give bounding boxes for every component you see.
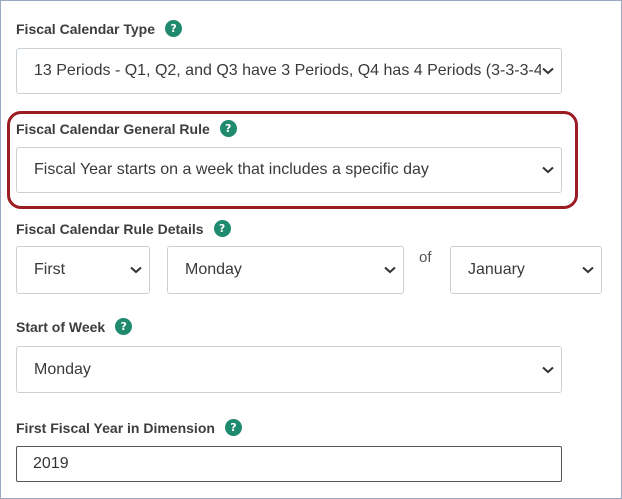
fiscal-calendar-type-value: 13 Periods - Q1, Q2, and Q3 have 3 Perio…: [34, 62, 541, 79]
help-icon[interactable]: ?: [224, 419, 242, 436]
fiscal-calendar-general-rule-value: Fiscal Year starts on a week that includ…: [34, 161, 429, 178]
chevron-down-icon: [129, 263, 143, 277]
fiscal-calendar-rule-details-label: Fiscal Calendar Rule Details ?: [16, 220, 231, 237]
first-fiscal-year-label: First Fiscal Year in Dimension ?: [16, 419, 242, 436]
help-icon[interactable]: ?: [219, 120, 237, 137]
first-fiscal-year-input[interactable]: 2019: [16, 446, 562, 482]
fiscal-calendar-type-select[interactable]: 13 Periods - Q1, Q2, and Q3 have 3 Perio…: [16, 48, 562, 94]
help-icon[interactable]: ?: [213, 220, 231, 237]
chevron-down-icon: [581, 263, 595, 277]
fiscal-calendar-type-label: Fiscal Calendar Type ?: [16, 20, 183, 37]
weekday-value: Monday: [185, 261, 242, 278]
week-ordinal-value: First: [34, 261, 66, 278]
help-icon[interactable]: ?: [165, 20, 183, 37]
start-of-week-value: Monday: [34, 360, 91, 378]
start-of-week-select[interactable]: Monday: [16, 346, 562, 393]
fiscal-calendar-general-rule-select[interactable]: Fiscal Year starts on a week that includ…: [16, 147, 562, 193]
chevron-down-icon: [541, 363, 555, 377]
weekday-select[interactable]: Monday: [167, 246, 404, 294]
help-icon[interactable]: ?: [115, 318, 133, 335]
month-select[interactable]: January: [450, 246, 602, 294]
week-ordinal-select[interactable]: First: [16, 246, 150, 294]
first-fiscal-year-label-text: First Fiscal Year in Dimension: [16, 419, 215, 436]
start-of-week-label: Start of Week ?: [16, 318, 133, 335]
fiscal-calendar-rule-details-label-text: Fiscal Calendar Rule Details: [16, 220, 204, 237]
fiscal-calendar-type-label-text: Fiscal Calendar Type: [16, 20, 156, 37]
chevron-down-icon: [541, 163, 555, 177]
month-value: January: [468, 261, 525, 278]
first-fiscal-year-value: 2019: [33, 455, 69, 472]
fiscal-calendar-general-rule-label: Fiscal Calendar General Rule ?: [16, 120, 237, 137]
chevron-down-icon: [541, 64, 555, 78]
chevron-down-icon: [383, 263, 397, 277]
fiscal-calendar-general-rule-label-text: Fiscal Calendar General Rule: [16, 120, 210, 137]
start-of-week-label-text: Start of Week: [16, 318, 106, 335]
of-text: of: [419, 249, 432, 266]
